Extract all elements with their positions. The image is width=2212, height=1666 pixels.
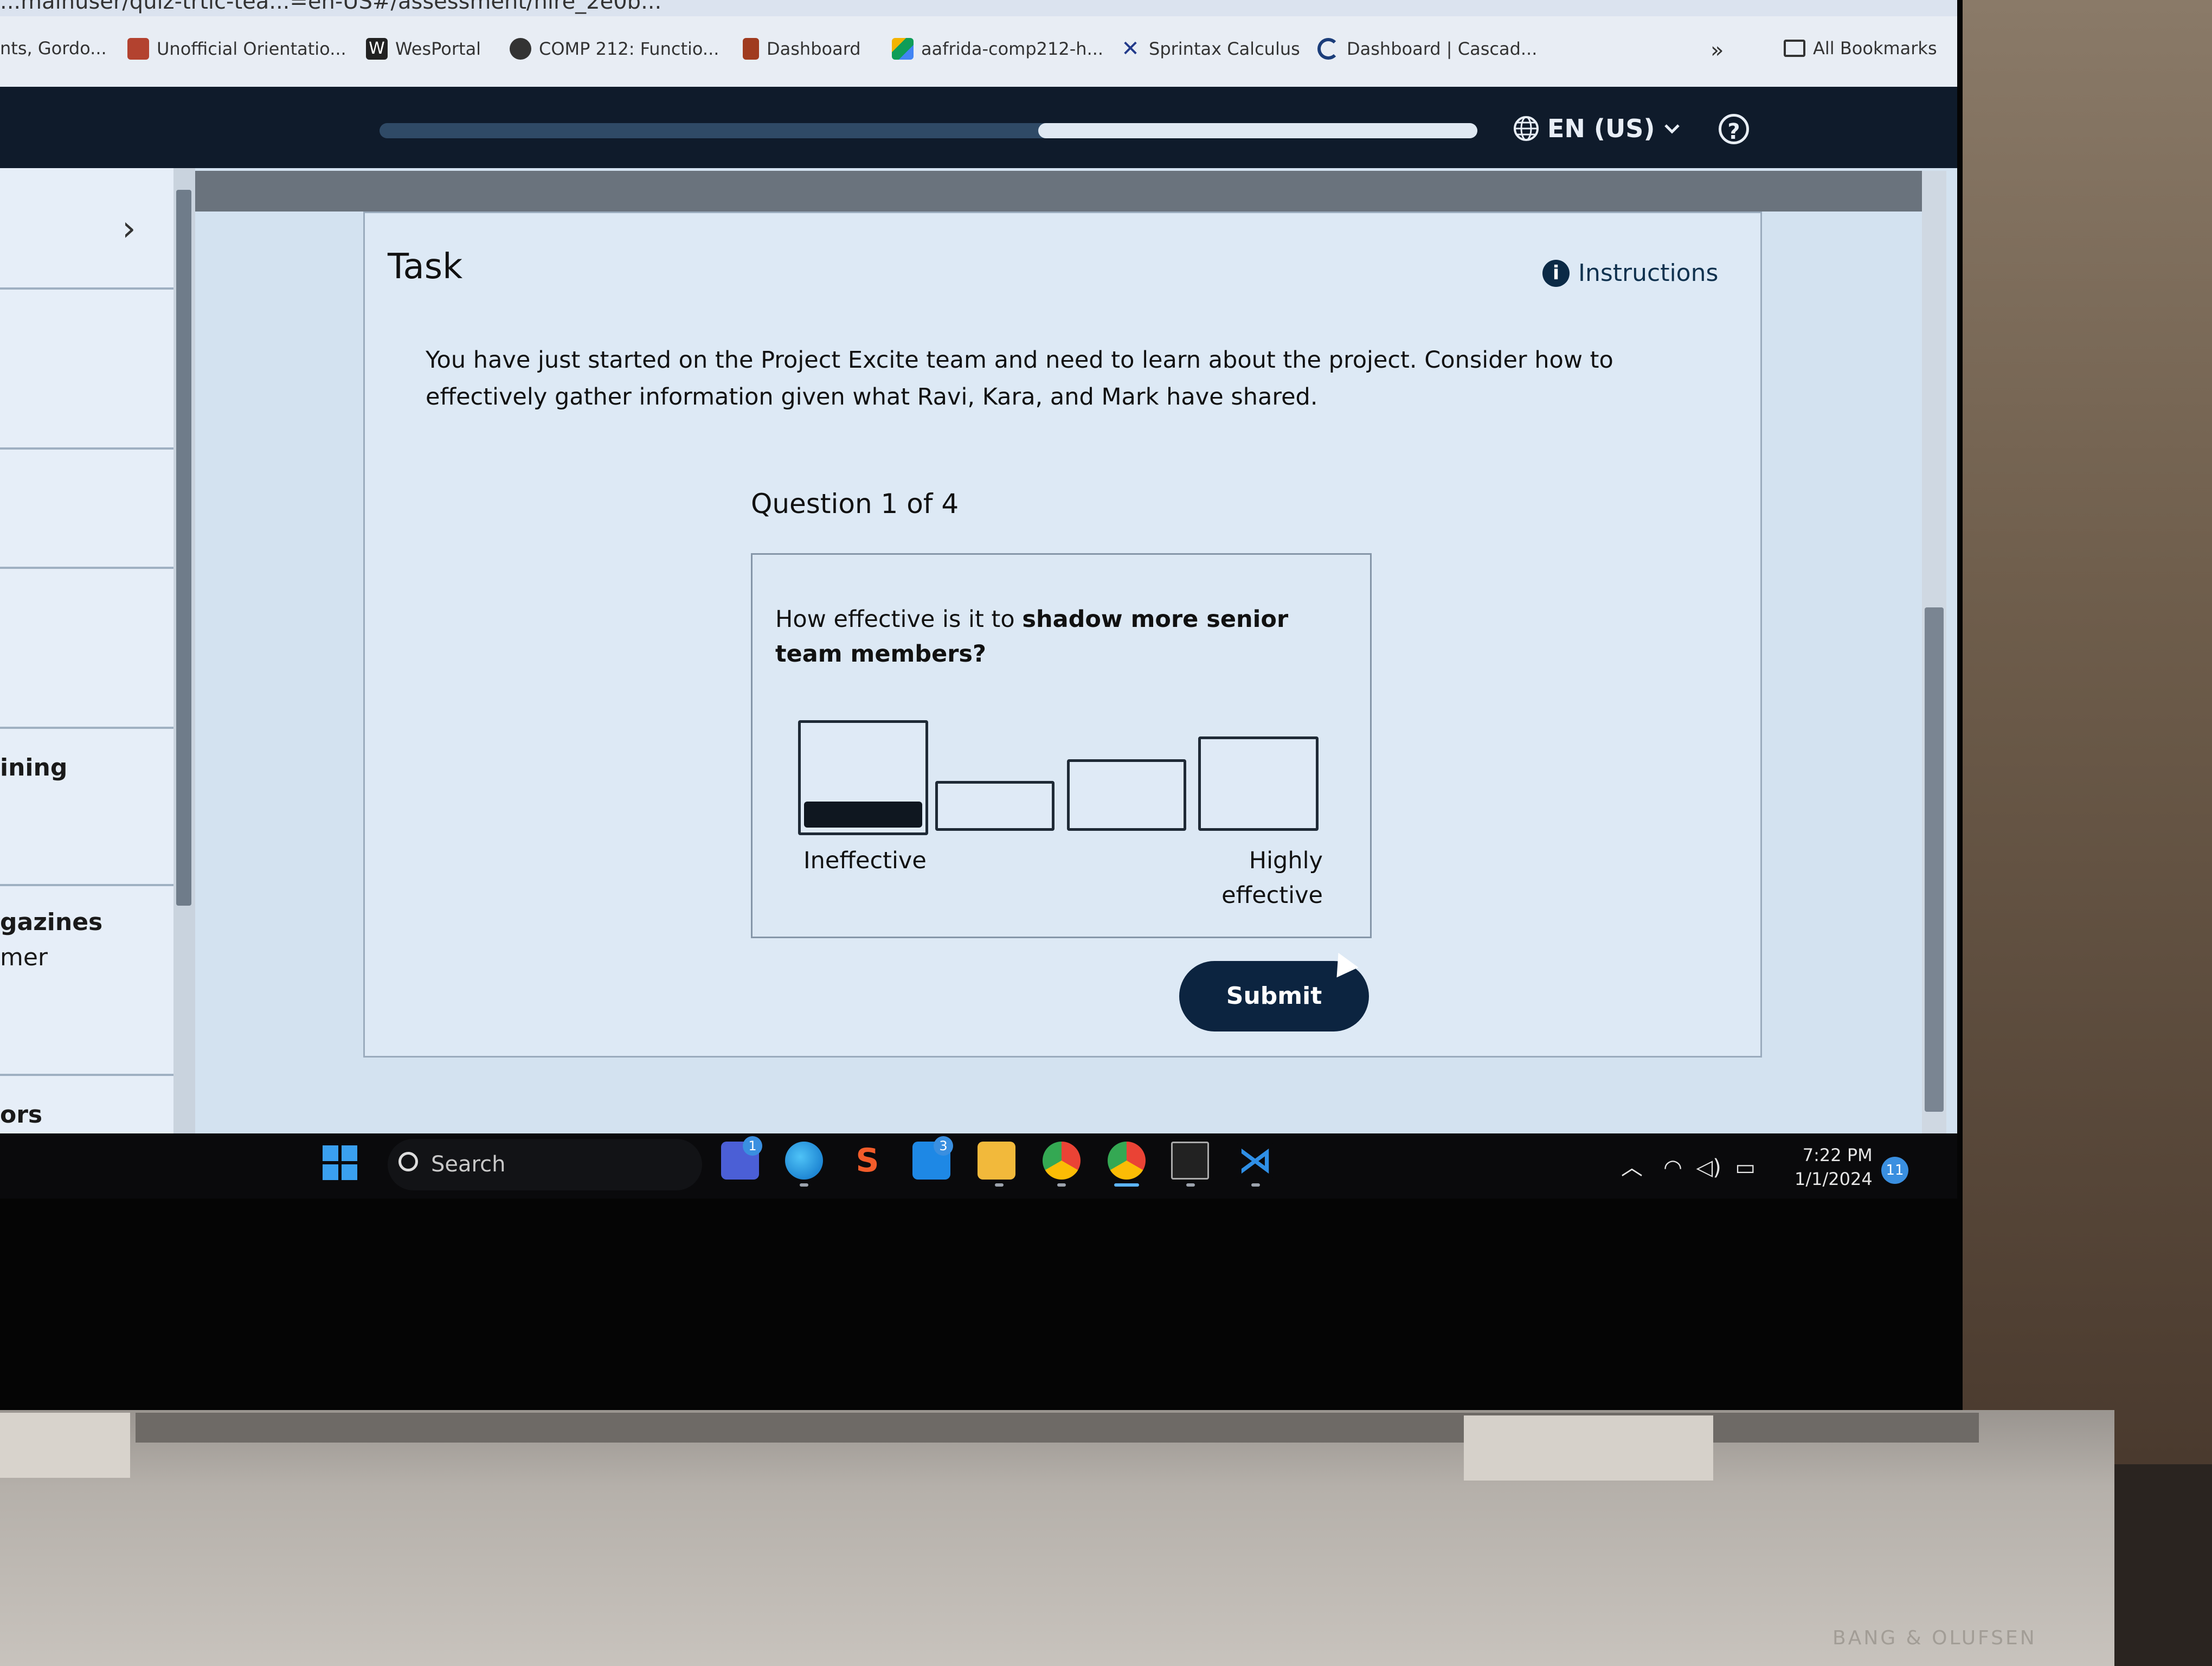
bookmark-label: Unofficial Orientatio... bbox=[157, 39, 346, 59]
help-icon: ? bbox=[1727, 119, 1740, 144]
windows-start-icon[interactable] bbox=[323, 1145, 357, 1180]
taskbar-running-indicator bbox=[995, 1183, 1004, 1187]
taskbar-running-indicator bbox=[800, 1183, 808, 1187]
sidebar-divider bbox=[0, 1074, 173, 1076]
hinge-pad bbox=[0, 1413, 130, 1478]
language-label: EN (US) bbox=[1547, 114, 1655, 143]
taskbar-running-indicator bbox=[1186, 1183, 1195, 1187]
speaker-brand-text: BANG & OLUFSEN bbox=[1832, 1627, 2037, 1649]
bookmark-item[interactable]: aafrida-comp212-h... bbox=[892, 38, 1103, 60]
sidebar-divider bbox=[0, 567, 173, 569]
scale-option-2[interactable] bbox=[935, 781, 1054, 831]
url-text: ...mainuser/quiz-trtic-tea...=en-US#/ass… bbox=[0, 0, 662, 14]
scale-high-label: Highly effective bbox=[1221, 847, 1323, 909]
question-prefix: How effective is it to bbox=[775, 606, 1023, 633]
background-wall bbox=[1952, 0, 2212, 1464]
bookmark-item[interactable]: W WesPortal bbox=[366, 38, 481, 60]
taskbar-running-indicator bbox=[1057, 1183, 1066, 1187]
scale-option-3[interactable] bbox=[1067, 759, 1186, 831]
address-bar[interactable]: ...mainuser/quiz-trtic-tea...=en-US#/ass… bbox=[0, 0, 1957, 16]
sidebar: › ining gazines mer ors bbox=[0, 168, 176, 1133]
taskbar-active-indicator bbox=[1114, 1183, 1139, 1187]
clock-time: 7:22 PM bbox=[1802, 1145, 1873, 1165]
chrome-profile-icon[interactable] bbox=[1108, 1142, 1146, 1180]
battery-icon[interactable]: ▭ bbox=[1735, 1155, 1756, 1180]
task-title: Task bbox=[388, 247, 463, 287]
all-bookmarks-button[interactable]: All Bookmarks bbox=[1784, 38, 1937, 59]
content-top-strip bbox=[195, 171, 1927, 212]
bookmark-label: Dashboard bbox=[767, 39, 861, 59]
notification-badge[interactable]: 11 bbox=[1881, 1157, 1908, 1184]
taskbar-running-indicator bbox=[1251, 1183, 1260, 1187]
w-logo-icon: W bbox=[366, 38, 388, 60]
bookmark-item[interactable]: COMP 212: Functio... bbox=[510, 38, 719, 60]
taskbar-search[interactable]: Search bbox=[388, 1139, 702, 1190]
bookmark-label: Sprintax Calculus bbox=[1149, 39, 1300, 59]
folder-icon bbox=[1784, 40, 1805, 57]
calendar-icon bbox=[127, 38, 149, 60]
sidebar-item-label[interactable]: ining bbox=[0, 754, 67, 781]
scale-low-label: Ineffective bbox=[803, 847, 927, 874]
bookmark-item[interactable]: Unofficial Orientatio... bbox=[127, 38, 346, 60]
sidebar-divider bbox=[0, 727, 173, 729]
system-tray[interactable]: ︿ ◠ ◁) ▭ bbox=[1621, 1150, 1756, 1181]
clock-date: 1/1/2024 bbox=[1795, 1169, 1873, 1189]
language-selector[interactable]: EN (US) bbox=[1513, 114, 1682, 143]
sidebar-item-sublabel: mer bbox=[0, 944, 48, 971]
bookmark-label: COMP 212: Functio... bbox=[539, 39, 719, 59]
question-text: How effective is it to shadow more senio… bbox=[775, 602, 1317, 671]
bookmark-item[interactable]: Dashboard | Cascad... bbox=[1317, 38, 1537, 60]
main-scrollbar-thumb[interactable] bbox=[1925, 607, 1944, 1112]
sidebar-divider bbox=[0, 447, 173, 450]
help-button[interactable]: ? bbox=[1719, 114, 1749, 144]
chrome-icon[interactable] bbox=[1043, 1142, 1081, 1180]
globe-icon bbox=[510, 38, 531, 60]
drive-icon bbox=[892, 38, 914, 60]
task-description: You have just started on the Project Exc… bbox=[426, 347, 1613, 411]
sidebar-scrollbar-thumb[interactable] bbox=[176, 190, 191, 906]
scale-option-4[interactable] bbox=[1198, 736, 1319, 831]
mail-badge: 3 bbox=[934, 1136, 953, 1156]
instructions-link[interactable]: i Instructions bbox=[1542, 259, 1718, 287]
sidebar-divider bbox=[0, 287, 173, 290]
bookmark-label: aafrida-comp212-h... bbox=[921, 39, 1104, 59]
scale-option-selected-fill bbox=[804, 802, 922, 828]
dashboard-icon bbox=[743, 38, 759, 60]
bookmark-label: Dashboard | Cascad... bbox=[1347, 39, 1538, 59]
chevron-down-icon bbox=[1664, 124, 1680, 134]
file-explorer-icon[interactable] bbox=[978, 1142, 1015, 1180]
sublime-icon[interactable]: S bbox=[848, 1142, 886, 1180]
question-counter: Question 1 of 4 bbox=[751, 488, 959, 520]
teams-badge: 1 bbox=[743, 1136, 762, 1156]
search-icon bbox=[398, 1152, 418, 1171]
hinge-pad bbox=[1464, 1415, 1713, 1481]
volume-icon[interactable]: ◁) bbox=[1696, 1155, 1721, 1180]
globe-icon bbox=[1514, 116, 1539, 141]
all-bookmarks-label: All Bookmarks bbox=[1813, 38, 1937, 59]
bookmark-item[interactable]: ✕ Sprintax Calculus bbox=[1120, 38, 1300, 60]
bookmarks-overflow-button[interactable]: » bbox=[1711, 38, 1724, 63]
edge-icon[interactable] bbox=[785, 1142, 823, 1180]
terminal-icon[interactable] bbox=[1171, 1142, 1209, 1180]
sidebar-item-label[interactable]: gazines bbox=[0, 908, 102, 936]
chevron-right-icon[interactable]: › bbox=[122, 209, 136, 249]
bookmark-label: nts, Gordo... bbox=[0, 38, 107, 59]
bookmark-label: WesPortal bbox=[395, 39, 481, 59]
taskbar-clock[interactable]: 7:22 PM 1/1/2024 bbox=[1795, 1143, 1873, 1191]
sprintax-icon: ✕ bbox=[1120, 38, 1141, 60]
taskbar-search-label: Search bbox=[431, 1152, 506, 1177]
bookmark-item[interactable]: Dashboard bbox=[743, 38, 861, 60]
instructions-label: Instructions bbox=[1578, 259, 1719, 287]
sidebar-divider bbox=[0, 884, 173, 886]
cascade-icon bbox=[1317, 38, 1339, 60]
progress-bar-fill bbox=[1038, 123, 1477, 138]
wifi-icon[interactable]: ◠ bbox=[1663, 1155, 1682, 1180]
vscode-icon[interactable]: ⋊ bbox=[1236, 1142, 1274, 1180]
chevron-double-icon: » bbox=[1711, 38, 1724, 63]
laptop-keyboard-deck bbox=[0, 1410, 2114, 1666]
info-icon: i bbox=[1542, 259, 1570, 287]
sidebar-item-label[interactable]: ors bbox=[0, 1101, 42, 1129]
chevron-up-icon[interactable]: ︿ bbox=[1621, 1155, 1643, 1180]
bookmark-item[interactable]: nts, Gordo... bbox=[0, 38, 107, 59]
